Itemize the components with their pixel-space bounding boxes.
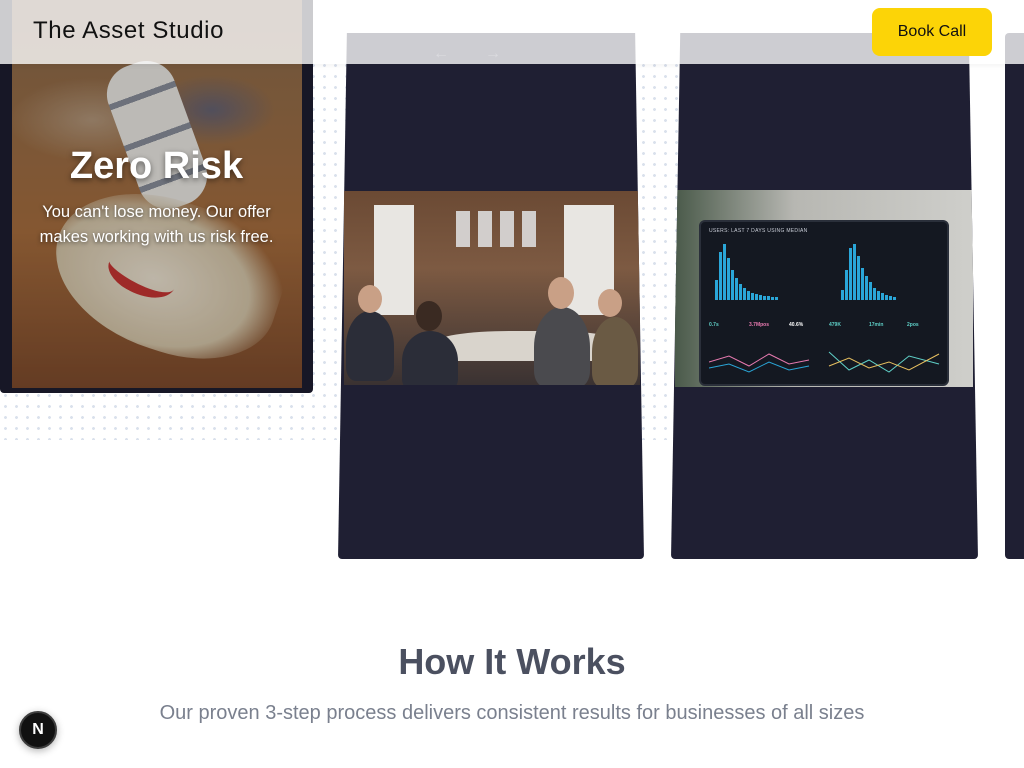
page: Zero Risk You can't lose money. Our offe… <box>0 0 1024 768</box>
person-shape <box>346 311 394 381</box>
lamp-shape <box>456 211 542 247</box>
head-shape <box>416 301 442 331</box>
metric-value: 17min <box>869 322 884 328</box>
analytics-dashboard-image: USERS: LAST 7 DAYS USING MEDIAN 0.7s 3.7… <box>675 190 973 387</box>
book-call-button[interactable]: Book Call <box>872 8 992 56</box>
person-shape <box>402 331 458 385</box>
team-meeting-image <box>344 191 640 385</box>
dashboard-card[interactable]: USERS: LAST 7 DAYS USING MEDIAN 0.7s 3.7… <box>671 33 978 559</box>
metric-value: 2pos <box>907 322 919 328</box>
person-shape <box>592 317 638 385</box>
histogram-right <box>841 240 896 300</box>
card-text: You can't lose money. Our offer makes wo… <box>39 203 274 246</box>
metric-value: 3.7Mpos <box>749 322 770 328</box>
dashboard-screen: USERS: LAST 7 DAYS USING MEDIAN 0.7s 3.7… <box>699 220 949 386</box>
head-shape <box>548 277 574 309</box>
histogram-left <box>715 240 778 300</box>
site-header: The Asset Studio Book Call <box>0 0 1024 64</box>
line-charts <box>709 351 940 373</box>
brand-logo[interactable]: The Asset Studio <box>33 17 224 45</box>
nextjs-dev-button[interactable]: N <box>19 711 57 749</box>
metric-value: 0.7s <box>709 322 719 328</box>
dashboard-title: USERS: LAST 7 DAYS USING MEDIAN <box>709 228 808 234</box>
next-card-edge[interactable] <box>1005 33 1024 559</box>
head-shape <box>598 289 622 317</box>
metric-value: 40.6% <box>789 322 804 328</box>
person-shape <box>534 307 590 385</box>
metric-value: 479K <box>829 322 841 328</box>
section-subtitle: Our proven 3-step process delivers consi… <box>159 702 865 724</box>
meeting-card[interactable]: ← → <box>338 33 644 559</box>
head-shape <box>358 285 382 313</box>
card-title: Zero Risk <box>69 145 244 187</box>
section-title: How It Works <box>398 641 626 682</box>
